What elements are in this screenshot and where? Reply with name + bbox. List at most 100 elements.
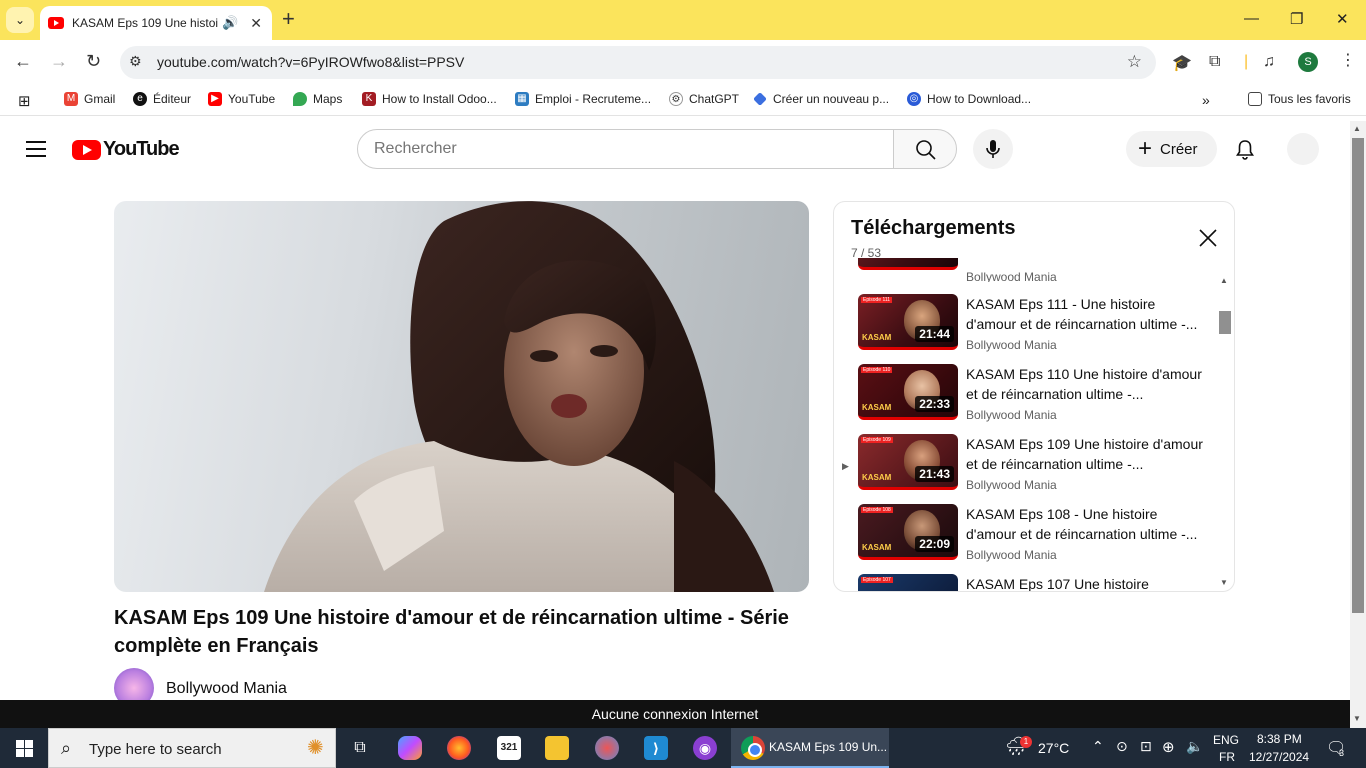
playlist-scrollbar-thumb[interactable] [1219, 311, 1231, 334]
active-tab[interactable]: KASAM Eps 109 Une histoire d'amour et de… [40, 6, 272, 40]
playlist-item-channel: Bollywood Mania [966, 338, 1057, 352]
media-app-icon[interactable]: ◉ [693, 736, 717, 760]
bookmark-emploi[interactable]: ▦ Emploi - Recruteme... [515, 92, 651, 106]
tab-search-button[interactable]: ⌄ [6, 7, 34, 33]
search-icon: ⌕ [61, 738, 72, 758]
close-playlist-icon[interactable] [1196, 226, 1220, 250]
close-tab-icon[interactable]: ✕ [250, 15, 262, 32]
youtube-logo-text: YouTube [103, 138, 180, 160]
address-bar[interactable]: ⚙ youtube.com/watch?v=6PyIROWfwo8&list=P… [120, 46, 1156, 79]
back-button[interactable]: ← [14, 51, 32, 72]
chrome-menu-icon[interactable]: ⋮ [1340, 50, 1356, 70]
windows-start-icon[interactable] [16, 740, 33, 757]
search-button[interactable] [893, 129, 957, 169]
playlist-item-channel: Bollywood Mania [966, 408, 1057, 422]
vscode-icon[interactable]: ⟩ [644, 736, 668, 760]
taskbar-chrome-button[interactable]: KASAM Eps 109 Un... [731, 728, 889, 768]
odoo-icon: K [362, 92, 376, 106]
windows-taskbar: ⌕ Type here to search ✺ ⧉ 321 ⟩ ◉ KASAM … [0, 728, 1366, 768]
list-item[interactable]: Episode 111 KASAM 21:44 KASAM Eps 111 - Un… [858, 294, 1208, 364]
minimize-button[interactable]: — [1244, 10, 1259, 27]
page-scroll-up-icon[interactable]: ▲ [1353, 124, 1361, 133]
list-item[interactable]: Episode 110 KASAM 22:33 KASAM Eps 110 Une … [858, 364, 1208, 434]
video-thumbnail [858, 258, 958, 270]
reload-button[interactable]: ↻ [86, 51, 101, 72]
playlist-title[interactable]: Téléchargements [851, 217, 1016, 240]
video-player[interactable] [114, 201, 809, 592]
video-thumbnail: Episode 109 KASAM 21:43 [858, 434, 958, 490]
bookmark-maps[interactable]: Maps [293, 92, 342, 106]
weather-temperature[interactable]: 27°C [1038, 740, 1069, 756]
youtube-logo[interactable]: YouTube [72, 138, 180, 161]
bookmark-creer[interactable]: Créer un nouveau p... [753, 92, 889, 106]
video-duration: 21:44 [915, 326, 954, 342]
list-item[interactable]: Bollywood Mania [858, 258, 1208, 282]
offline-banner: Aucune connexion Internet [0, 700, 1350, 728]
page-scrollbar-thumb[interactable] [1352, 138, 1364, 613]
tray-device-icon[interactable]: ⊡ [1140, 738, 1152, 755]
network-globe-icon[interactable]: ⊕ [1162, 738, 1175, 756]
list-item[interactable]: Episode 107 KASAM Eps 107 Une histoire [858, 574, 1208, 592]
youtube-header: YouTube + Créer [0, 121, 1350, 177]
forward-button[interactable]: → [50, 51, 68, 72]
volume-icon[interactable]: 🔈 [1186, 738, 1203, 755]
restore-button[interactable]: ❐ [1290, 10, 1303, 28]
list-item-current[interactable]: Episode 109 KASAM 21:43 KASAM Eps 109 Une … [858, 434, 1208, 504]
account-avatar[interactable] [1287, 133, 1319, 165]
profile-avatar[interactable]: S [1298, 52, 1318, 72]
page-scroll-down-icon[interactable]: ▼ [1353, 714, 1361, 723]
url-text[interactable]: youtube.com/watch?v=6PyIROWfwo8&list=PPS… [157, 54, 464, 70]
channel-name[interactable]: Bollywood Mania [166, 680, 287, 698]
youtube-icon: ▶ [208, 92, 222, 106]
voice-search-button[interactable] [973, 129, 1013, 169]
extensions-puzzle-icon[interactable]: ⧉ [1209, 53, 1220, 71]
diamond-icon [753, 92, 767, 106]
show-hidden-icons-icon[interactable]: ⌃ [1092, 738, 1104, 755]
video-title: KASAM Eps 109 Une histoire d'amour et de… [114, 607, 789, 657]
close-window-button[interactable]: ✕ [1336, 10, 1349, 28]
bookmark-odoo[interactable]: K How to Install Odoo... [362, 92, 497, 106]
playlist-item-title: KASAM Eps 109 Une histoire d'amour et de… [966, 436, 1203, 472]
extension-icon[interactable]: 🎓 [1172, 53, 1192, 73]
paint-app-icon[interactable] [595, 736, 619, 760]
create-button[interactable]: + Créer [1126, 131, 1217, 167]
calendar-app-icon[interactable]: 321 [497, 736, 521, 760]
video-duration: 21:43 [915, 466, 954, 482]
apps-grid-icon[interactable]: ⊞ [18, 92, 31, 110]
bookmark-download[interactable]: ◎ How to Download... [907, 92, 1031, 106]
new-tab-button[interactable]: + [282, 8, 295, 30]
bookmark-gmail[interactable]: M Gmail [64, 92, 115, 106]
playlist-item-title: KASAM Eps 107 Une histoire [966, 576, 1149, 592]
search-input[interactable] [357, 129, 894, 169]
bookmark-star-icon[interactable]: ☆ [1127, 52, 1142, 72]
firefox-icon[interactable] [447, 736, 471, 760]
video-thumbnail: Episode 107 [858, 574, 958, 591]
bookmark-editeur[interactable]: e Éditeur [133, 92, 191, 106]
task-view-icon[interactable]: ⧉ [348, 736, 372, 760]
clock-date[interactable]: 12/27/2024 [1249, 750, 1309, 764]
media-control-icon[interactable]: ♫ [1263, 53, 1275, 71]
language-top[interactable]: ENG [1213, 733, 1239, 747]
clock-time[interactable]: 8:38 PM [1257, 732, 1302, 746]
list-item[interactable]: Episode 108 KASAM 22:09 KASAM Eps 108 - Un… [858, 504, 1208, 574]
playlist-item-title: KASAM Eps 111 - Une histoire d'amour et … [966, 296, 1198, 332]
bookmark-youtube[interactable]: ▶ YouTube [208, 92, 275, 106]
speaker-icon[interactable]: 🔊 [222, 15, 238, 31]
menu-icon[interactable] [26, 141, 46, 157]
more-bookmarks-icon[interactable]: » [1202, 92, 1210, 108]
notifications-bell-icon[interactable] [1233, 138, 1257, 162]
file-explorer-icon[interactable] [545, 736, 569, 760]
language-bottom[interactable]: FR [1219, 750, 1235, 764]
copilot-icon[interactable] [398, 736, 422, 760]
bookmark-chatgpt[interactable]: ⚙ ChatGPT [669, 92, 739, 106]
maps-icon [293, 92, 307, 106]
weather-badge: 1 [1020, 736, 1032, 748]
all-bookmarks[interactable]: Tous les favoris [1248, 92, 1351, 106]
site-info-icon[interactable]: ⚙ [129, 53, 149, 73]
scroll-down-icon[interactable]: ▼ [1220, 578, 1228, 587]
youtube-logo-icon [72, 139, 101, 160]
playlist-item-channel: Bollywood Mania [966, 270, 1057, 282]
tray-app-icon[interactable]: ⊙ [1116, 738, 1128, 755]
scroll-up-icon[interactable]: ▲ [1220, 276, 1228, 285]
taskbar-search-box[interactable]: ⌕ Type here to search ✺ [48, 728, 336, 768]
